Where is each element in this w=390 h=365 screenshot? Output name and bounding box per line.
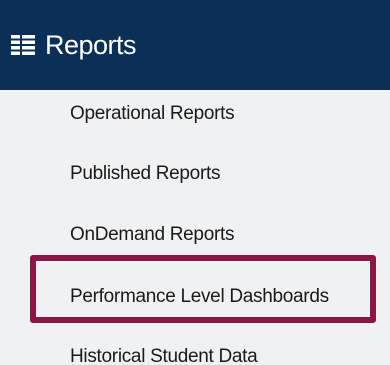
highlight-box xyxy=(30,255,376,323)
reports-panel: Reports Operational Reports Published Re… xyxy=(0,0,390,365)
reports-header[interactable]: Reports xyxy=(0,0,390,90)
menu-item-published-reports[interactable]: Published Reports xyxy=(70,163,220,185)
reports-menu: Operational Reports Published Reports On… xyxy=(0,90,390,365)
menu-item-ondemand-reports[interactable]: OnDemand Reports xyxy=(70,224,234,246)
menu-item-operational-reports[interactable]: Operational Reports xyxy=(70,103,235,125)
menu-item-historical-student-data[interactable]: Historical Student Data xyxy=(70,346,258,365)
reports-title: Reports xyxy=(45,29,137,60)
reports-list-icon xyxy=(11,35,35,55)
